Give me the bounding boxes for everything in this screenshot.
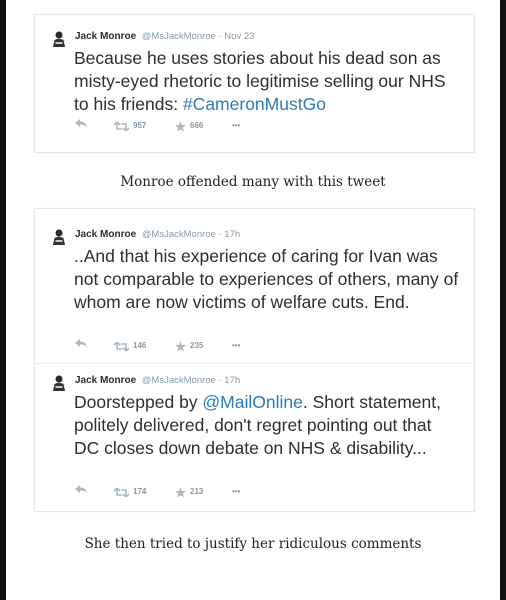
favorite-count: 235 xyxy=(190,341,204,350)
retweet-count: 957 xyxy=(133,121,147,130)
retweet-button[interactable]: 957 xyxy=(114,119,146,133)
left-edge-bar xyxy=(0,0,6,600)
favorite-button[interactable]: 213 xyxy=(175,485,203,499)
separator: · xyxy=(218,375,222,386)
author-handle[interactable]: @MsJackMonroe xyxy=(142,375,216,386)
tweet-header: Jack Monroe @MsJackMonroe · Nov 23 xyxy=(75,31,254,43)
retweet-icon xyxy=(114,487,129,497)
right-edge-bar xyxy=(500,0,506,600)
more-button[interactable]: ••• xyxy=(232,119,240,133)
author-name[interactable]: Jack Monroe xyxy=(75,375,136,386)
favorite-count: 666 xyxy=(190,121,204,130)
tweet-divider xyxy=(35,363,474,364)
reply-button[interactable] xyxy=(75,119,88,128)
avatar[interactable] xyxy=(52,31,66,47)
reply-icon xyxy=(75,485,87,494)
retweet-icon xyxy=(114,341,129,351)
mention-link[interactable]: @MailOnline xyxy=(202,392,302,412)
more-icon: ••• xyxy=(232,487,241,496)
tweet-text: ..And that his experience of caring for … xyxy=(74,246,459,312)
tweet-text: Because he uses stories about his dead s… xyxy=(74,47,460,116)
separator: · xyxy=(218,31,222,42)
favorite-button[interactable]: 666 xyxy=(175,119,203,133)
favorite-button[interactable]: 235 xyxy=(175,339,203,353)
tweet-time[interactable]: Nov 23 xyxy=(224,31,254,42)
author-handle[interactable]: @MsJackMonroe xyxy=(142,229,216,240)
favorite-icon xyxy=(175,340,186,352)
more-icon: ••• xyxy=(232,121,241,130)
reply-icon xyxy=(75,339,87,348)
more-icon: ••• xyxy=(232,341,241,350)
tweet-text-main: Doorstepped by xyxy=(74,392,203,412)
more-button[interactable]: ••• xyxy=(232,485,240,499)
avatar[interactable] xyxy=(52,375,66,391)
tweet-text: Doorstepped by @MailOnline. Short statem… xyxy=(74,391,460,460)
hashtag-link[interactable]: #CameronMustGo xyxy=(183,94,326,114)
caption-second: She then tried to justify her ridiculous… xyxy=(84,536,422,552)
tweet-card-top: Jack Monroe @MsJackMonroe · Nov 23 Becau… xyxy=(34,14,475,153)
reply-button[interactable] xyxy=(75,339,88,348)
favorite-icon xyxy=(175,120,186,132)
author-handle[interactable]: @MsJackMonroe xyxy=(142,31,216,42)
avatar[interactable] xyxy=(52,229,66,245)
tweet-header: Jack Monroe @MsJackMonroe · 17h xyxy=(75,375,240,387)
tweet-card-bottom: Jack Monroe @MsJackMonroe · 17h ..And th… xyxy=(34,208,475,512)
tweet-header: Jack Monroe @MsJackMonroe · 17h xyxy=(75,229,240,241)
retweet-button[interactable]: 174 xyxy=(114,485,146,499)
tweet-time[interactable]: 17h xyxy=(224,229,240,240)
reply-icon xyxy=(75,119,87,128)
retweet-icon xyxy=(114,121,129,131)
author-name[interactable]: Jack Monroe xyxy=(75,31,136,42)
retweet-count: 146 xyxy=(133,341,147,350)
retweet-button[interactable]: 146 xyxy=(114,339,146,353)
more-button[interactable]: ••• xyxy=(232,339,240,353)
tweet-time[interactable]: 17h xyxy=(224,375,240,386)
favorite-icon xyxy=(175,486,186,498)
retweet-count: 174 xyxy=(133,487,147,496)
separator: · xyxy=(218,229,222,240)
caption-first: Monroe offended many with this tweet xyxy=(120,174,386,190)
author-name[interactable]: Jack Monroe xyxy=(75,229,136,240)
favorite-count: 213 xyxy=(190,487,204,496)
reply-button[interactable] xyxy=(75,485,88,494)
